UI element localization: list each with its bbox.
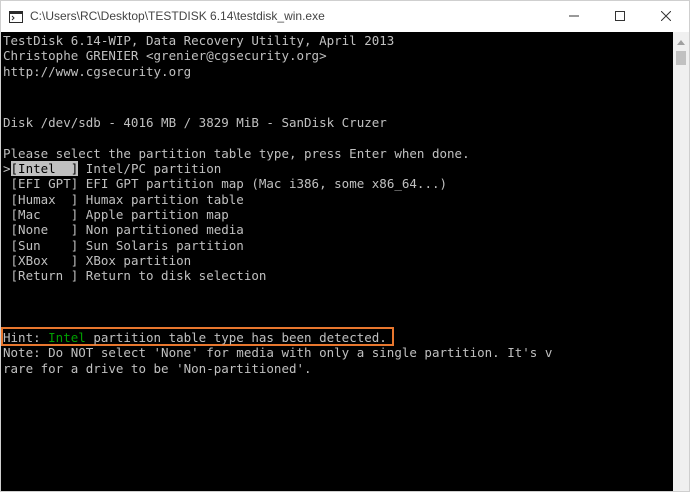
option-xbox[interactable]: [XBox ] XBox partition: [3, 253, 192, 268]
option-desc: EFI GPT partition map (Mac i386, some x8…: [78, 176, 448, 191]
maximize-icon: [615, 8, 625, 26]
disk-info-line: Disk /dev/sdb - 4016 MB / 3829 MiB - San…: [3, 115, 387, 130]
option-desc: Sun Solaris partition: [78, 238, 244, 253]
option-key: [XBox ]: [10, 253, 79, 268]
close-icon: [660, 8, 672, 26]
minimize-icon: [569, 8, 579, 26]
option-sun[interactable]: [Sun ] Sun Solaris partition: [3, 238, 244, 253]
close-button[interactable]: [643, 1, 689, 32]
title-bar[interactable]: C:\Users\RC\Desktop\TESTDISK 6.14\testdi…: [1, 1, 689, 32]
hint-detected-type: Intel: [48, 330, 86, 345]
cursor-marker: >: [3, 161, 11, 176]
option-efi-gpt[interactable]: [EFI GPT] EFI GPT partition map (Mac i38…: [3, 176, 448, 191]
cursor-marker: [3, 176, 11, 191]
option-desc: Non partitioned media: [78, 222, 244, 237]
option-return[interactable]: [Return ] Return to disk selection: [3, 268, 267, 283]
option-key: [Return ]: [10, 268, 79, 283]
option-desc: Apple partition map: [78, 207, 229, 222]
note-line: Note: Do NOT select 'None' for media wit…: [3, 345, 553, 360]
cursor-marker: [3, 238, 11, 253]
chevron-up-icon: [677, 32, 685, 50]
header-line: TestDisk 6.14-WIP, Data Recovery Utility…: [3, 33, 395, 48]
maximize-button[interactable]: [597, 1, 643, 32]
minimize-button[interactable]: [551, 1, 597, 32]
hint-line: Hint: Intel partition table type has bee…: [3, 330, 387, 345]
hint-prefix: Hint:: [3, 330, 49, 345]
prompt-line: Please select the partition table type, …: [3, 146, 470, 161]
option-none[interactable]: [None ] Non partitioned media: [3, 222, 244, 237]
cursor-marker: [3, 222, 11, 237]
scroll-up-button[interactable]: [673, 32, 689, 49]
console-app-icon: [9, 10, 23, 24]
option-intel[interactable]: >[Intel ] Intel/PC partition: [3, 161, 221, 176]
cursor-marker: [3, 268, 11, 283]
option-humax[interactable]: [Humax ] Humax partition table: [3, 192, 244, 207]
option-desc: Return to disk selection: [78, 268, 267, 283]
option-key: [Mac ]: [10, 207, 79, 222]
cursor-marker: [3, 192, 11, 207]
note-line: rare for a drive to be 'Non-partitioned'…: [3, 361, 312, 376]
option-key: [Sun ]: [10, 238, 79, 253]
scroll-thumb[interactable]: [676, 51, 686, 65]
cursor-marker: [3, 207, 11, 222]
hint-suffix: partition table type has been detected.: [85, 330, 387, 345]
option-desc: XBox partition: [78, 253, 192, 268]
header-line: http://www.cgsecurity.org: [3, 64, 192, 79]
header-line: Christophe GRENIER <grenier@cgsecurity.o…: [3, 48, 327, 63]
option-key: [EFI GPT]: [10, 176, 79, 191]
option-key: [Humax ]: [10, 192, 79, 207]
vertical-scrollbar[interactable]: [673, 32, 689, 491]
option-desc: Intel/PC partition: [78, 161, 222, 176]
console-window: C:\Users\RC\Desktop\TESTDISK 6.14\testdi…: [0, 0, 690, 492]
cursor-marker: [3, 253, 11, 268]
option-key-selected: [Intel ]: [10, 161, 79, 176]
window-title: C:\Users\RC\Desktop\TESTDISK 6.14\testdi…: [30, 9, 325, 23]
option-key: [None ]: [10, 222, 79, 237]
option-desc: Humax partition table: [78, 192, 244, 207]
console-output[interactable]: TestDisk 6.14-WIP, Data Recovery Utility…: [1, 32, 673, 491]
option-mac[interactable]: [Mac ] Apple partition map: [3, 207, 229, 222]
